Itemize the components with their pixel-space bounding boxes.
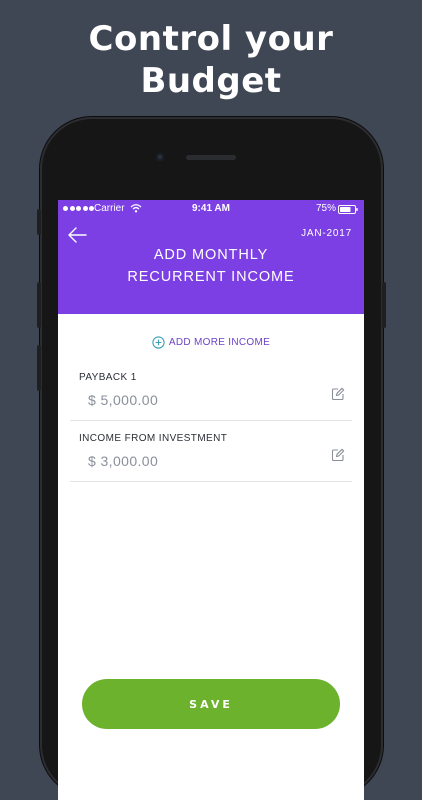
battery-icon (338, 205, 358, 214)
edit-icon[interactable] (331, 387, 345, 401)
income-label: PAYBACK 1 (79, 372, 137, 383)
status-bar: Carrier 9:41 AM 75% (58, 200, 364, 218)
app-screen: Carrier 9:41 AM 75% JAN-2017 ADD MONTHLY… (58, 200, 364, 800)
income-amount[interactable]: $ 5,000.00 (88, 392, 158, 408)
phone-mute-switch (37, 209, 41, 235)
phone-volume-up-button (37, 282, 41, 328)
income-amount[interactable]: $ 3,000.00 (88, 453, 158, 469)
phone-volume-down-button (37, 345, 41, 391)
income-item: INCOME FROM INVESTMENT $ 3,000.00 (70, 429, 352, 482)
promo-headline: Control your Budget (88, 19, 334, 101)
page-title: ADD MONTHLY RECURRENT INCOME (127, 247, 295, 285)
battery-percentage: 75% (315, 203, 336, 214)
back-arrow-icon[interactable] (66, 226, 88, 244)
app-header: Carrier 9:41 AM 75% JAN-2017 ADD MONTHLY… (58, 200, 364, 314)
add-more-income-label: ADD MORE INCOME (168, 336, 271, 348)
month-label: JAN-2017 (301, 228, 352, 239)
edit-icon[interactable] (331, 448, 345, 462)
phone-power-button (382, 282, 386, 328)
save-button[interactable]: SAVE (82, 679, 340, 729)
earpiece-speaker (186, 155, 236, 160)
income-label: INCOME FROM INVESTMENT (79, 433, 228, 444)
add-more-income-button[interactable]: ADD MORE INCOME (58, 332, 364, 352)
front-camera (156, 153, 164, 161)
phone-frame: Carrier 9:41 AM 75% JAN-2017 ADD MONTHLY… (37, 117, 386, 800)
income-item: PAYBACK 1 $ 5,000.00 (70, 368, 352, 421)
plus-circle-icon (152, 335, 165, 349)
